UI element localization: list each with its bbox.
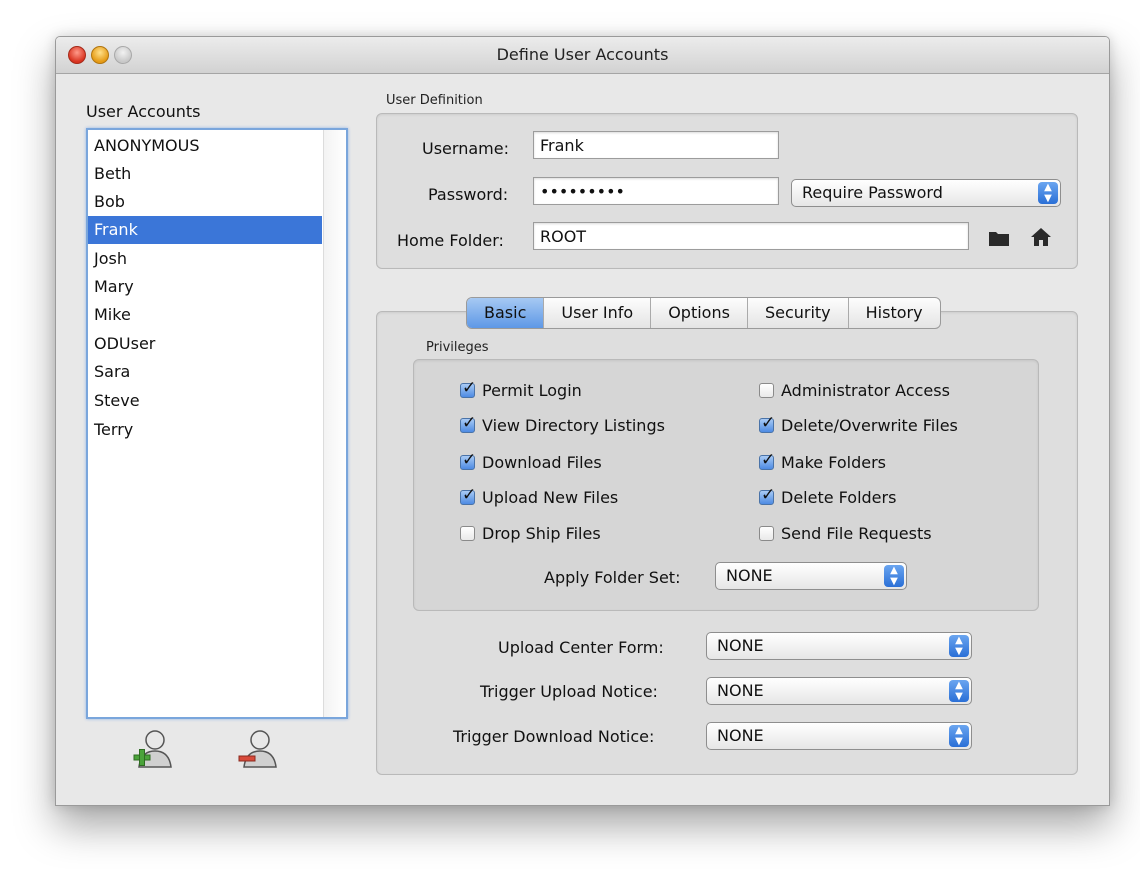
password-mode-value: Require Password [802,183,943,202]
checkbox-checked-icon [460,413,476,433]
select-arrows-icon: ▲ ▼ [949,635,969,657]
trigger-download-notice-value: NONE [717,726,764,745]
list-item-anonymous[interactable]: ANONYMOUS [88,132,322,160]
make-folders-checkbox[interactable]: Make Folders [759,450,887,472]
drop-ship-files-checkbox[interactable]: Drop Ship Files [460,524,601,543]
add-user-icon[interactable] [131,727,175,771]
list-item-oduser[interactable]: ODUser [88,330,322,358]
checkbox-unchecked-icon [460,526,475,541]
list-item-sara[interactable]: Sara [88,358,322,386]
administrator-access-checkbox[interactable]: Administrator Access [759,381,950,400]
send-file-requests-checkbox[interactable]: Send File Requests [759,524,932,543]
view-directory-listings-checkbox[interactable]: View Directory Listings [460,413,665,435]
list-scrollbar[interactable] [323,130,346,717]
trigger-download-notice-label: Trigger Download Notice: [453,727,655,746]
list-item-mike[interactable]: Mike [88,301,322,329]
folder-icon[interactable] [988,227,1010,249]
checkbox-label: Delete Folders [781,488,897,507]
title-bar[interactable]: Define User Accounts [56,37,1109,74]
minimize-window-button[interactable] [91,46,109,64]
tab-history[interactable]: History [849,298,940,328]
password-field[interactable]: ••••••••• [533,177,779,205]
tab-bar: Basic User Info Options Security History [466,297,941,329]
checkbox-checked-icon [759,485,775,505]
delete-overwrite-files-checkbox[interactable]: Delete/Overwrite Files [759,413,958,435]
checkbox-label: Drop Ship Files [482,524,601,543]
user-definition-heading: User Definition [386,93,483,108]
select-arrows-icon: ▲ ▼ [949,680,969,702]
window-title: Define User Accounts [496,45,669,64]
tab-basic[interactable]: Basic [467,298,545,328]
checkbox-label: Delete/Overwrite Files [781,416,958,435]
zoom-window-button[interactable] [114,46,132,64]
upload-center-form-select[interactable]: NONE ▲ ▼ [706,632,972,660]
checkbox-label: Permit Login [482,381,582,400]
tab-options[interactable]: Options [651,298,748,328]
trigger-upload-notice-value: NONE [717,681,764,700]
checkbox-label: View Directory Listings [482,416,665,435]
close-window-button[interactable] [68,46,86,64]
checkbox-checked-icon [759,413,775,433]
checkbox-checked-icon [460,450,476,470]
list-item-bob[interactable]: Bob [88,188,322,216]
checkbox-label: Send File Requests [781,524,932,543]
home-folder-label: Home Folder: [397,231,504,250]
define-user-accounts-window: Define User Accounts User Accounts ANONY… [55,36,1110,806]
list-item-mary[interactable]: Mary [88,273,322,301]
checkbox-checked-icon [460,378,476,398]
checkbox-unchecked-icon [759,526,774,541]
tab-user-info[interactable]: User Info [544,298,652,328]
password-label: Password: [428,185,509,204]
folder-set-value: NONE [726,566,773,585]
user-accounts-list[interactable]: ANONYMOUS Beth Bob Frank Josh Mary Mike … [86,128,348,719]
list-item-frank[interactable]: Frank [88,216,322,244]
trigger-download-notice-select[interactable]: NONE ▲ ▼ [706,722,972,750]
list-item-steve[interactable]: Steve [88,387,322,415]
upload-center-form-label: Upload Center Form: [498,638,664,657]
select-arrows-icon: ▲ ▼ [949,725,969,747]
checkbox-label: Administrator Access [781,381,950,400]
trigger-upload-notice-select[interactable]: NONE ▲ ▼ [706,677,972,705]
password-mode-select[interactable]: Require Password ▲ ▼ [791,179,1061,207]
upload-center-form-value: NONE [717,636,764,655]
home-folder-field[interactable]: ROOT [533,222,969,250]
home-icon[interactable] [1030,226,1052,248]
checkbox-label: Download Files [482,453,602,472]
privileges-heading: Privileges [426,340,489,355]
select-arrows-icon: ▲ ▼ [1038,182,1058,204]
select-arrows-icon: ▲ ▼ [884,565,904,587]
delete-folders-checkbox[interactable]: Delete Folders [759,485,897,507]
username-label: Username: [422,139,509,158]
list-item-josh[interactable]: Josh [88,245,322,273]
apply-folder-set-label: Apply Folder Set: [544,568,681,587]
upload-new-files-checkbox[interactable]: Upload New Files [460,485,619,507]
username-field[interactable]: Frank [533,131,779,159]
apply-folder-set-select[interactable]: NONE ▲ ▼ [715,562,907,590]
trigger-upload-notice-label: Trigger Upload Notice: [480,682,658,701]
checkbox-label: Make Folders [781,453,887,472]
permit-login-checkbox[interactable]: Permit Login [460,378,582,400]
list-item-terry[interactable]: Terry [88,416,322,444]
list-item-beth[interactable]: Beth [88,160,322,188]
tab-security[interactable]: Security [748,298,849,328]
download-files-checkbox[interactable]: Download Files [460,450,602,472]
checkbox-checked-icon [460,485,476,505]
checkbox-label: Upload New Files [482,488,619,507]
user-accounts-heading: User Accounts [86,102,201,121]
checkbox-checked-icon [759,450,775,470]
remove-user-icon[interactable] [236,727,280,771]
checkbox-unchecked-icon [759,383,774,398]
